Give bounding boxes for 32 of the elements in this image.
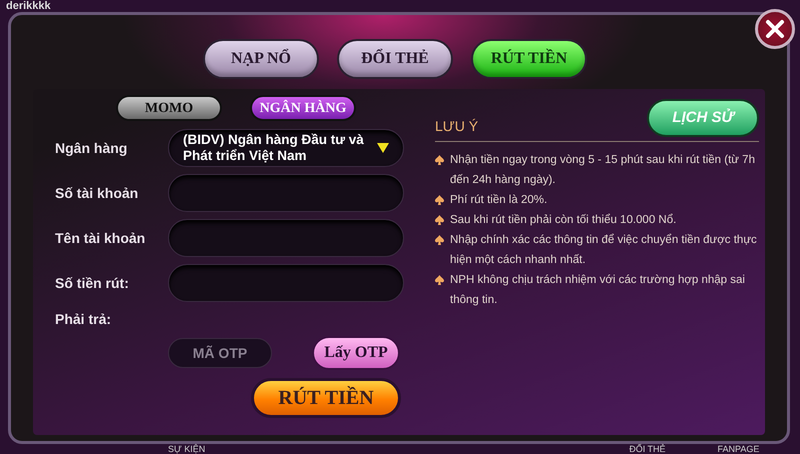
method-tab[interactable]: NGÂN HÀNG [250,95,356,121]
method-tab[interactable]: MOMO [116,95,222,121]
username: derikkkk [6,0,51,12]
note-text: Nhập chính xác các thông tin để việc chuyển tiền được thực hiện một cách nhanh nhất. [450,232,758,268]
field-label: Phải trả: [55,310,112,328]
close-icon [765,19,785,39]
tab[interactable]: ĐỔI THẺ [337,39,453,79]
tab[interactable]: RÚT TIỀN [471,39,587,79]
menu-label: SỰ KIỆN [168,444,206,454]
withdraw-button[interactable]: RÚT TIỀN [251,378,401,418]
input-field[interactable] [168,264,404,302]
otp-field[interactable]: MÃ OTP [168,338,272,368]
note-text: Sau khi rút tiền phải còn tối thiểu 10.000 Nổ. [450,212,676,228]
tab[interactable]: NẠP NỔ [203,39,319,79]
note-text: Phí rút tiền là 20%. [450,193,548,208]
close-button[interactable] [755,9,795,49]
field-label: Ngân hàng [55,138,128,158]
note-text: Nhận tiền ngay trong vòng 5 - 15 phút sau khi rút tiền (từ 7h đến 24h hàng ngày). [450,153,756,188]
field-label: Tên tài khoản [55,228,146,248]
field-label: Số tiền rút: [55,274,130,292]
spade-icon [435,275,444,285]
get-otp-button[interactable]: Lấy OTP [312,336,400,370]
input-field[interactable] [168,219,404,257]
notes-title: LƯU Ý [435,117,478,136]
menu-label: FANPAGE [718,444,760,454]
note-text: NPH không chịu trách nhiệm với các trường hợp nhập sai thông tin. [450,273,746,308]
spade-icon [435,155,444,165]
input-field[interactable] [168,174,404,212]
dropdown-arrow-icon [377,143,389,153]
menu-label: ĐỔI THẺ [629,444,666,454]
bank-dropdown[interactable]: (BIDV) Ngân hàng Đầu tư và Phát triển Việt Nam [168,129,404,167]
field-label: Số tài khoản [55,184,140,202]
